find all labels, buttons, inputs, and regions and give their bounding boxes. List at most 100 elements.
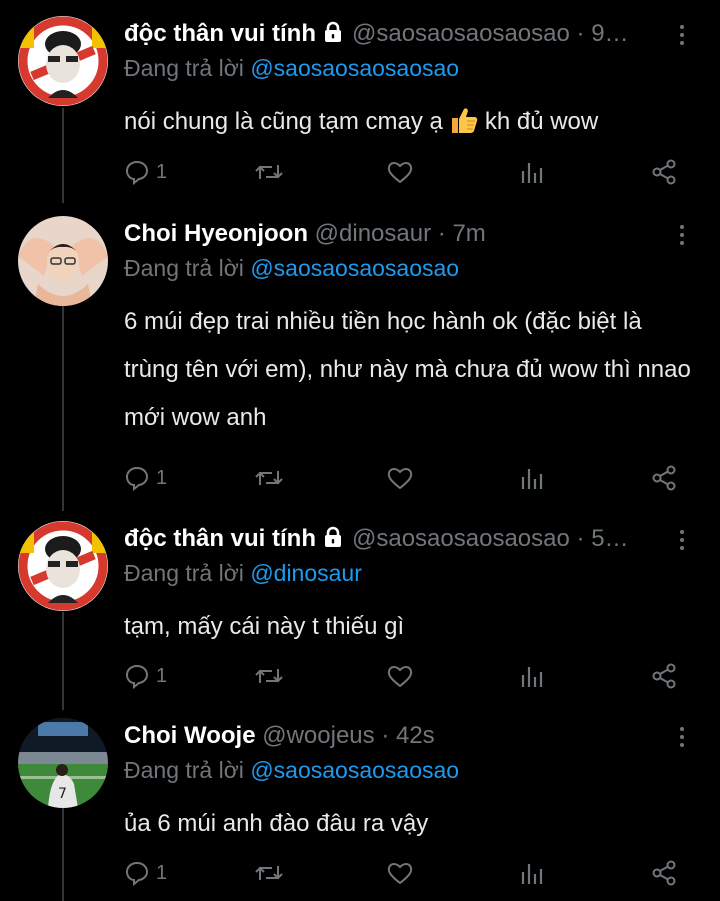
views-button[interactable] [520, 660, 544, 692]
thread-line [62, 108, 64, 203]
separator: · [437, 220, 446, 247]
avatar[interactable] [18, 216, 108, 306]
user-handle[interactable]: @woojeus [262, 722, 374, 749]
reply-context: Đang trả lời @saosaosaosaosao [124, 52, 720, 84]
timestamp[interactable]: 7m [452, 220, 485, 247]
thumbs-up-emoji [449, 104, 479, 152]
tweet-text: tạm, mấy cái này t thiếu gì [124, 613, 405, 640]
tweet-text: ủa 6 múi anh đào đâu ra vậy [124, 810, 429, 837]
share-button[interactable] [650, 462, 678, 494]
retweet-icon [255, 165, 283, 179]
retweet-button[interactable] [254, 857, 284, 889]
timestamp[interactable]: 9… [591, 20, 628, 47]
reply-prefix: Đang trả lời [124, 757, 244, 783]
reply-button[interactable]: 1 [124, 857, 167, 889]
lock-icon [322, 18, 344, 52]
like-icon [387, 863, 413, 885]
reply-context: Đang trả lời @dinosaur [124, 557, 720, 589]
retweet-icon [255, 866, 283, 880]
more-icon[interactable] [672, 20, 692, 50]
display-name[interactable]: độc thân vui tính [124, 525, 316, 552]
separator: · [576, 525, 585, 552]
thread-line [62, 612, 64, 710]
avatar[interactable]: 7 [18, 718, 108, 808]
thread-line [62, 306, 64, 511]
avatar-image [18, 216, 108, 306]
avatar-image [18, 521, 108, 611]
views-icon [521, 864, 543, 884]
reply-count: 1 [156, 160, 168, 183]
avatar[interactable] [18, 521, 108, 611]
like-button[interactable] [386, 156, 414, 188]
reply-prefix: Đang trả lời [124, 255, 244, 281]
timestamp[interactable]: 5… [591, 525, 628, 552]
share-button[interactable] [650, 857, 678, 889]
lock-icon [322, 523, 344, 557]
reply-button[interactable]: 1 [124, 462, 167, 494]
user-handle[interactable]: @saosaosaosaosao [352, 20, 570, 47]
reply-count: 1 [156, 861, 168, 884]
retweet-icon [255, 669, 283, 683]
share-button[interactable] [650, 660, 678, 692]
tweet-text: nói chung là cũng tạm cmay ạ kh đủ wow [124, 98, 694, 152]
reply-prefix: Đang trả lời [124, 55, 244, 81]
user-handle[interactable]: @dinosaur [315, 220, 431, 247]
avatar[interactable] [18, 16, 108, 106]
tweet-actions: 1 [124, 156, 684, 188]
retweet-icon [255, 471, 283, 485]
tweet-actions: 1 [124, 857, 684, 889]
reply-icon [125, 861, 149, 886]
display-name[interactable]: độc thân vui tính [124, 20, 316, 47]
retweet-button[interactable] [254, 462, 284, 494]
reply-button[interactable]: 1 [124, 660, 167, 692]
like-icon [387, 468, 413, 490]
tweet-actions: 1 [124, 660, 684, 692]
retweet-button[interactable] [254, 660, 284, 692]
share-icon [652, 465, 676, 491]
tweet-text-part: nói chung là cũng tạm cmay ạ [124, 108, 443, 135]
like-icon [387, 162, 413, 184]
share-icon [652, 663, 676, 689]
reply-mention[interactable]: @saosaosaosaosao [250, 757, 459, 783]
tweet-text: 6 múi đẹp trai nhiều tiền học hành ok (đ… [124, 308, 691, 431]
reply-mention[interactable]: @saosaosaosaosao [250, 255, 459, 281]
timestamp[interactable]: 42s [396, 722, 435, 749]
like-button[interactable] [386, 660, 414, 692]
display-name[interactable]: Choi Wooje [124, 722, 256, 749]
avatar-image: 7 [18, 718, 108, 808]
avatar-image [18, 16, 108, 106]
reply-icon [125, 466, 149, 491]
reply-icon [125, 664, 149, 689]
views-button[interactable] [520, 857, 544, 889]
reply-context: Đang trả lời @saosaosaosaosao [124, 754, 720, 786]
separator: · [381, 722, 390, 749]
display-name[interactable]: Choi Hyeonjoon [124, 220, 308, 247]
reply-mention[interactable]: @dinosaur [250, 560, 362, 586]
svg-text:7: 7 [58, 786, 67, 802]
reply-count: 1 [156, 466, 168, 489]
separator: · [576, 20, 585, 47]
reply-prefix: Đang trả lời [124, 560, 244, 586]
like-button[interactable] [386, 462, 414, 494]
reply-context: Đang trả lời @saosaosaosaosao [124, 252, 720, 284]
share-icon [652, 159, 676, 185]
reply-mention[interactable]: @saosaosaosaosao [250, 55, 459, 81]
more-icon[interactable] [672, 722, 692, 752]
share-button[interactable] [650, 156, 678, 188]
retweet-button[interactable] [254, 156, 284, 188]
like-button[interactable] [386, 857, 414, 889]
views-icon [521, 163, 543, 183]
views-icon [521, 667, 543, 687]
thread-line [62, 808, 64, 901]
views-button[interactable] [520, 156, 544, 188]
user-handle[interactable]: @saosaosaosaosao [352, 525, 570, 552]
reply-count: 1 [156, 664, 168, 687]
tweet-actions: 1 [124, 462, 684, 494]
reply-button[interactable]: 1 [124, 156, 167, 188]
share-icon [652, 860, 676, 886]
reply-icon [125, 160, 149, 185]
more-icon[interactable] [672, 525, 692, 555]
more-icon[interactable] [672, 220, 692, 250]
tweet-text-part: kh đủ wow [484, 108, 599, 135]
views-button[interactable] [520, 462, 544, 494]
